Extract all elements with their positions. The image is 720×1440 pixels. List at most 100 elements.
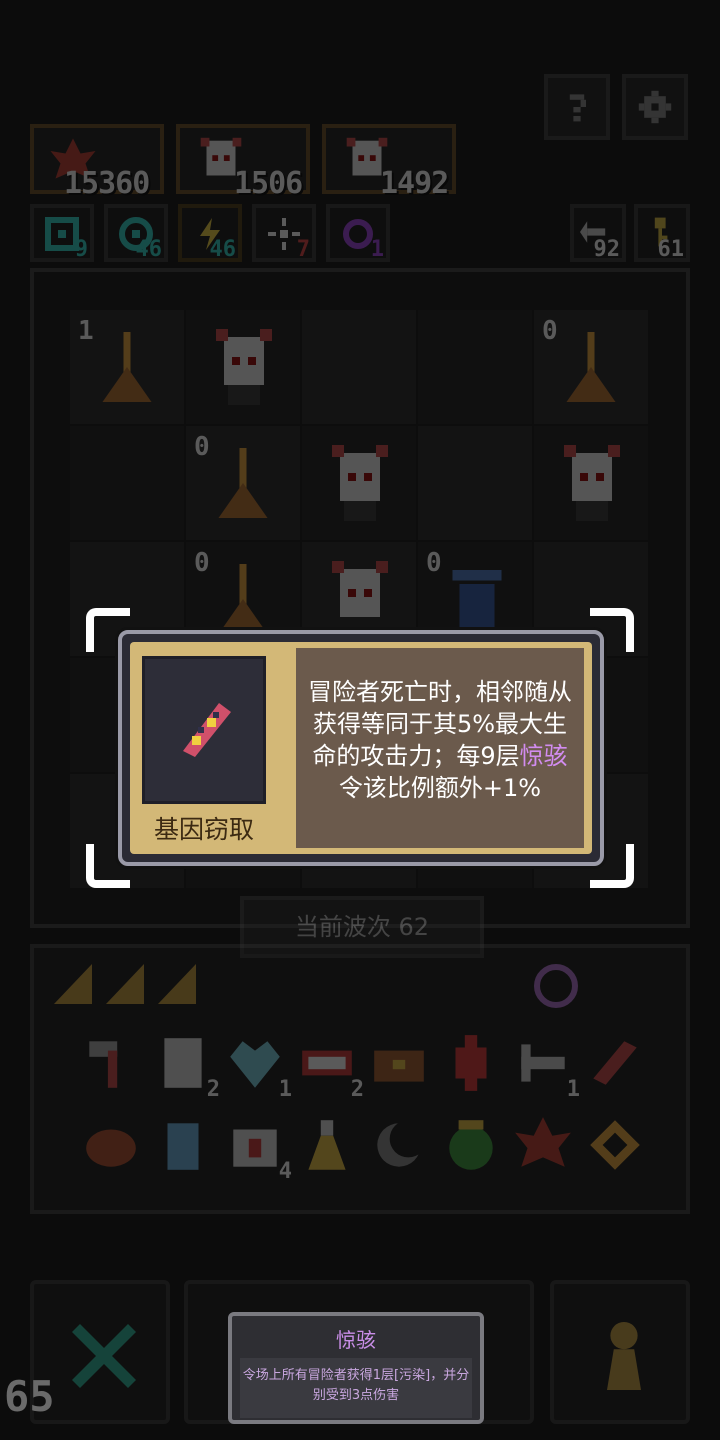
desc-text: 令该比例额外+1% xyxy=(338,774,542,802)
board-cell[interactable] xyxy=(302,426,416,540)
tab-triangle-icon[interactable] xyxy=(106,964,144,1004)
mouth-item[interactable]: 2 xyxy=(296,1032,364,1102)
heart-shield-icon xyxy=(230,1041,280,1088)
potion-item[interactable] xyxy=(296,1114,358,1176)
hammer-item[interactable] xyxy=(80,1032,142,1094)
wave-counter: 65 xyxy=(4,1372,55,1421)
board-cell[interactable] xyxy=(302,310,416,424)
stat-value: 1 xyxy=(370,237,384,262)
card-body: 基因窃取 冒险者死亡时，相邻随从获得等同于其5%最大生命的攻击力；每9层惊骇令该… xyxy=(130,642,592,854)
potion-icon xyxy=(308,1120,346,1170)
board-cell[interactable]: 0 xyxy=(534,310,648,424)
board-cell[interactable] xyxy=(418,426,532,540)
meat-icon xyxy=(86,1129,136,1167)
stat-slot[interactable]: 1 xyxy=(326,204,390,262)
stat-slot[interactable]: 46 xyxy=(178,204,242,262)
torch-tower-icon xyxy=(566,332,616,402)
board-cell[interactable] xyxy=(70,426,184,540)
maple-leaf-icon xyxy=(515,1117,571,1167)
chest-item[interactable] xyxy=(368,1032,430,1094)
item-count: 2 xyxy=(206,1077,220,1102)
adventurer-icon xyxy=(332,561,388,617)
stat-value: 7 xyxy=(296,237,310,262)
desc-keyword-link[interactable]: 惊骇 xyxy=(520,742,568,770)
diamond-item[interactable] xyxy=(584,1114,646,1176)
adventurer-icon xyxy=(564,445,620,521)
pawn-icon xyxy=(607,1322,641,1390)
meat-item[interactable] xyxy=(80,1114,142,1176)
keyword-tooltip: 惊骇 令场上所有冒险者获得1层[污染]，并分别受到3点伤害 xyxy=(228,1312,484,1424)
torch-tower-icon xyxy=(218,448,268,518)
stat-value: 46 xyxy=(209,237,237,262)
tooltip-title: 惊骇 xyxy=(336,1328,376,1352)
dna-icon xyxy=(183,703,231,757)
gear-icon xyxy=(638,90,672,124)
pot-icon xyxy=(449,1120,493,1170)
unit-level: 0 xyxy=(426,548,442,578)
pawn-button[interactable] xyxy=(550,1280,690,1424)
trash-bin-icon xyxy=(452,570,502,630)
close-icon xyxy=(72,1324,136,1388)
medkit-icon xyxy=(233,1129,277,1167)
tool-item[interactable]: 1 xyxy=(512,1032,580,1102)
counter-value: 92 xyxy=(593,237,621,262)
counters-bar: 92 61 xyxy=(570,204,690,266)
resource-slot: 15360 xyxy=(30,124,164,201)
heart-shield-item[interactable]: 1 xyxy=(224,1032,292,1102)
board-cell[interactable] xyxy=(186,310,300,424)
chest-icon xyxy=(374,1050,424,1082)
cup-item[interactable] xyxy=(152,1114,214,1176)
stat-value: 46 xyxy=(135,237,163,262)
counter-slot[interactable]: 61 xyxy=(634,204,690,262)
stat-value: 9 xyxy=(74,237,88,262)
adventurer-icon xyxy=(216,329,272,405)
stat-slot[interactable]: 46 xyxy=(104,204,168,262)
item-detail-card: 基因窃取 冒险者死亡时，相邻随从获得等同于其5%最大生命的攻击力；每9层惊骇令该… xyxy=(118,630,604,866)
item-count: 4 xyxy=(278,1159,292,1184)
item-description: 冒险者死亡时，相邻随从获得等同于其5%最大生命的攻击力；每9层惊骇令该比例额外+… xyxy=(296,648,584,848)
board-cell[interactable] xyxy=(418,310,532,424)
resource-slot: 1506 xyxy=(176,124,310,201)
item-name: 基因窃取 xyxy=(153,815,254,844)
maple-leaf-item[interactable] xyxy=(512,1114,574,1176)
help-button[interactable] xyxy=(544,74,610,140)
medkit-item[interactable]: 4 xyxy=(224,1114,292,1184)
tooltip-body: 令场上所有冒险者获得1层[污染]，并分别受到3点伤害 xyxy=(240,1358,472,1418)
stats-bar: 9 46 46 7 1 xyxy=(30,204,400,266)
board-cell[interactable]: 0 xyxy=(186,426,300,540)
adventurer-icon xyxy=(332,445,388,521)
board-cell[interactable]: 1 xyxy=(70,310,184,424)
virus-icon xyxy=(455,1035,487,1091)
item-count: 1 xyxy=(278,1077,292,1102)
scroll-item[interactable]: 2 xyxy=(152,1032,220,1102)
question-icon xyxy=(569,94,586,122)
tab-triangle-icon[interactable] xyxy=(158,964,196,1004)
item-count: 1 xyxy=(566,1077,580,1102)
tab-triangle-icon[interactable] xyxy=(54,964,92,1004)
hammer-icon xyxy=(89,1041,118,1088)
dna-icon xyxy=(593,1041,637,1085)
ring-icon[interactable] xyxy=(534,964,578,1008)
counter-slot[interactable]: 92 xyxy=(570,204,626,262)
item-count: 2 xyxy=(350,1077,364,1102)
resource-slot: 1492 xyxy=(322,124,456,201)
inventory-panel: 2 1 2 1 4 xyxy=(30,944,690,1214)
scroll-icon xyxy=(164,1038,202,1088)
mouth-icon xyxy=(302,1050,352,1076)
crescent-icon xyxy=(377,1120,427,1167)
stat-slot[interactable]: 7 xyxy=(252,204,316,262)
pot-item[interactable] xyxy=(440,1114,502,1176)
item-image xyxy=(142,656,266,804)
virus-item[interactable] xyxy=(440,1032,502,1094)
dna-item[interactable] xyxy=(584,1032,646,1094)
crescent-item[interactable] xyxy=(368,1114,430,1176)
settings-button[interactable] xyxy=(622,74,688,140)
diamond-icon xyxy=(590,1120,640,1170)
resource-value: 15360 xyxy=(64,166,150,201)
board-cell[interactable] xyxy=(534,426,648,540)
stat-slot[interactable]: 9 xyxy=(30,204,94,262)
resource-value: 1506 xyxy=(234,166,303,201)
torch-tower-icon xyxy=(102,332,152,402)
resource-bar: 15360 1506 1492 xyxy=(30,124,460,201)
tab-bar xyxy=(54,964,204,1008)
